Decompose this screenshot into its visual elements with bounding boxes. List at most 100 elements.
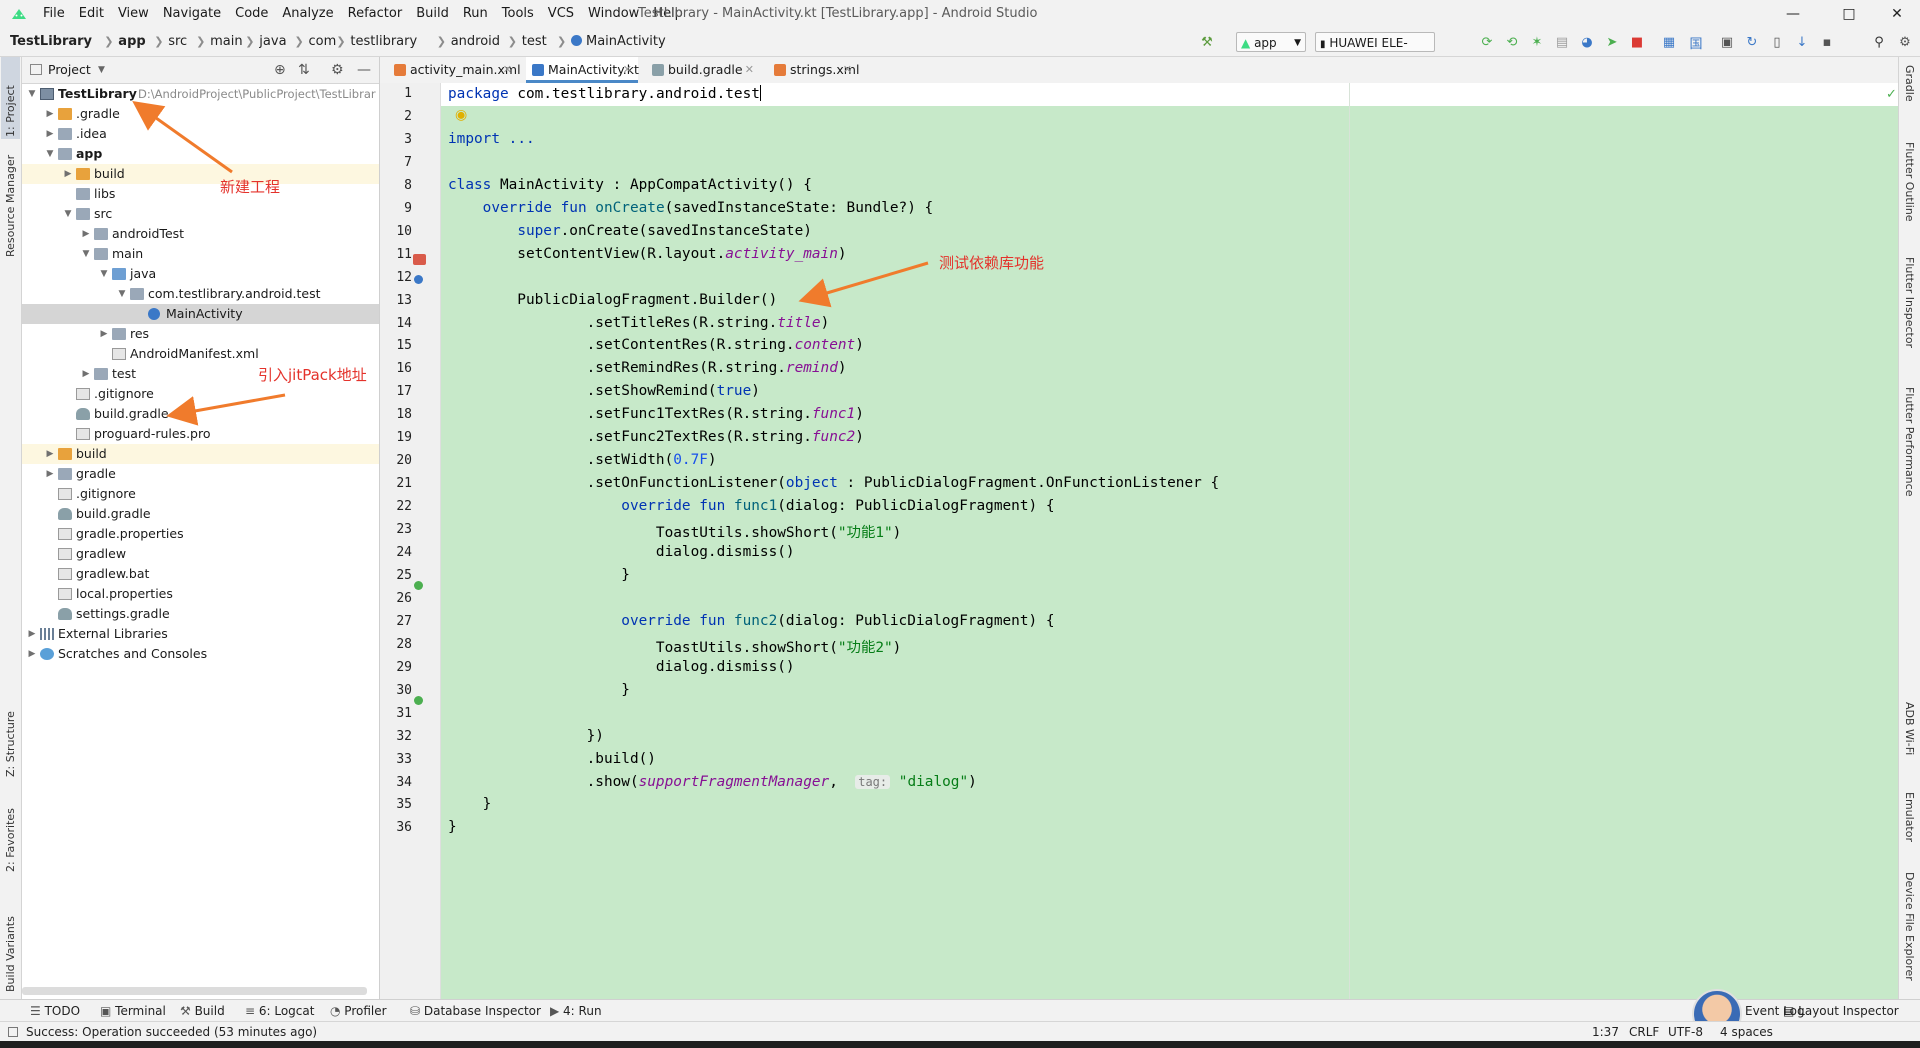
tree-item[interactable]: gradlew — [22, 544, 379, 564]
horizontal-scrollbar[interactable] — [22, 987, 367, 995]
tree-item[interactable]: libs — [22, 184, 379, 204]
menu-view[interactable]: View — [111, 0, 156, 28]
tool-window-build[interactable]: ⚒ Build — [180, 1000, 225, 1022]
menu-code[interactable]: Code — [228, 0, 275, 28]
tab-activity-main-xml[interactable]: activity_main.xml ✕ — [388, 57, 521, 83]
breadcrumb-item[interactable]: main — [210, 28, 242, 56]
chevron-right-icon[interactable]: ▶ — [44, 464, 56, 484]
apply-changes-icon[interactable]: ⟲ — [1503, 33, 1521, 51]
caret-position[interactable]: 1:37 — [1592, 1022, 1619, 1042]
tool-window-gradle[interactable]: Gradle — [1903, 65, 1916, 102]
chevron-right-icon[interactable]: ▶ — [44, 124, 56, 144]
close-window-button[interactable]: ✕ — [1874, 0, 1920, 28]
chevron-down-icon[interactable]: ▼ — [98, 57, 105, 83]
run-config-select[interactable]: ▲ app ▼ — [1236, 32, 1306, 52]
tree-item[interactable]: settings.gradle — [22, 604, 379, 624]
tree-item[interactable]: gradlew.bat — [22, 564, 379, 584]
tool-window-run[interactable]: ▶ 4: Run — [550, 1000, 602, 1022]
maximize-button[interactable]: □ — [1826, 0, 1872, 28]
tool-window-project[interactable]: 1: Project — [4, 85, 17, 137]
close-icon[interactable]: ✕ — [843, 57, 852, 83]
avd-manager-icon[interactable]: ▯ — [1768, 33, 1786, 51]
tree-item[interactable]: ▶ .gradle — [22, 104, 379, 124]
tree-item[interactable]: AndroidManifest.xml — [22, 344, 379, 364]
menu-window[interactable]: Window — [581, 0, 646, 28]
gear-icon[interactable]: ⚙ — [331, 57, 344, 83]
profile-icon[interactable]: ◕ — [1578, 33, 1596, 51]
tool-window-database-inspector[interactable]: ⛁ Database Inspector — [410, 1000, 541, 1022]
tree-item[interactable]: ▶ androidTest — [22, 224, 379, 244]
tool-window-resource-manager[interactable]: Resource Manager — [4, 155, 17, 257]
menu-file[interactable]: File — [36, 0, 72, 28]
tool-window-logcat[interactable]: ≡ 6: Logcat — [245, 1000, 314, 1022]
chevron-down-icon[interactable]: ▼ — [26, 84, 38, 104]
tree-item[interactable]: .gitignore — [22, 484, 379, 504]
tool-window-adb-wifi[interactable]: ADB Wi-Fi — [1903, 702, 1916, 755]
chevron-down-icon[interactable]: ▼ — [62, 204, 74, 224]
line-separator[interactable]: CRLF — [1629, 1022, 1659, 1042]
tree-item[interactable]: ▶ res — [22, 324, 379, 344]
toggle-tool-windows-icon[interactable] — [8, 1027, 18, 1037]
tree-item[interactable]: build.gradle — [22, 404, 379, 424]
sdk-manager-icon[interactable]: ↓ — [1793, 33, 1811, 51]
chevron-right-icon[interactable]: ▶ — [80, 224, 92, 244]
file-encoding[interactable]: UTF-8 — [1668, 1022, 1703, 1042]
menu-refactor[interactable]: Refactor — [341, 0, 410, 28]
tool-window-flutter-inspector[interactable]: Flutter Inspector — [1903, 257, 1916, 348]
menu-edit[interactable]: Edit — [72, 0, 111, 28]
implements-gutter-icon[interactable] — [414, 581, 423, 590]
chevron-down-icon[interactable]: ▼ — [116, 284, 128, 304]
attach-debugger-icon[interactable]: ➤ — [1603, 33, 1621, 51]
breadcrumb-item[interactable]: testlibrary — [350, 28, 417, 56]
hammer-build-icon[interactable]: ⚒ — [1198, 33, 1216, 51]
breadcrumb-item[interactable]: MainActivity — [571, 28, 666, 56]
close-icon[interactable]: ✕ — [745, 57, 754, 83]
debug-icon[interactable]: ✶ — [1528, 33, 1546, 51]
tool-window-structure[interactable]: Z: Structure — [4, 711, 17, 777]
implements-gutter-icon[interactable] — [414, 696, 423, 705]
tree-item[interactable]: ▼ TestLibrary D:\AndroidProject\PublicProj… — [22, 84, 379, 104]
breadcrumb-item[interactable]: src — [168, 28, 187, 56]
code-editor[interactable]: ◉ package com.testlibrary.android.test im… — [441, 83, 1898, 999]
indent-setting[interactable]: 4 spaces — [1720, 1022, 1773, 1042]
chevron-right-icon[interactable]: ▶ — [80, 364, 92, 384]
tree-item[interactable]: ▶ build — [22, 444, 379, 464]
menu-vcs[interactable]: VCS — [541, 0, 581, 28]
search-icon[interactable]: ⚲ — [1870, 33, 1888, 51]
chevron-down-icon[interactable]: ▼ — [98, 264, 110, 284]
tree-item[interactable]: build.gradle — [22, 504, 379, 524]
tab-mainactivity-kt[interactable]: MainActivity.kt ✕ — [526, 57, 639, 83]
tree-item[interactable]: ▼ app — [22, 144, 379, 164]
tool-window-device-file-explorer[interactable]: Device File Explorer — [1903, 872, 1916, 981]
tab-build-gradle-app[interactable]: build.gradle (:app)✕ — [646, 57, 760, 103]
menu-tools[interactable]: Tools — [495, 0, 541, 28]
hide-panel-icon[interactable]: — — [357, 57, 371, 83]
tree-item[interactable]: .gitignore — [22, 384, 379, 404]
tree-item[interactable]: ▼ src — [22, 204, 379, 224]
coverage-icon[interactable]: ▤ — [1553, 33, 1571, 51]
tool-window-flutter-performance[interactable]: Flutter Performance — [1903, 387, 1916, 496]
menu-build[interactable]: Build — [409, 0, 456, 28]
tool-window-terminal[interactable]: ▣ Terminal — [100, 1000, 166, 1022]
tree-item[interactable]: ▶ build — [22, 164, 379, 184]
breadcrumb-item[interactable]: com — [309, 28, 337, 56]
tree-item[interactable]: ▶ External Libraries — [22, 624, 379, 644]
tree-item[interactable]: ▼ com.testlibrary.android.test — [22, 284, 379, 304]
translate-icon[interactable]: 国 — [1687, 33, 1705, 52]
rerun-icon[interactable]: ⟳ — [1478, 33, 1496, 51]
tool-window-layout-inspector[interactable]: ▤ Layout Inspector — [1783, 1000, 1899, 1022]
tree-item[interactable]: local.properties — [22, 584, 379, 604]
tree-item[interactable]: ▶ gradle — [22, 464, 379, 484]
breadcrumb-item[interactable]: test — [522, 28, 547, 56]
run-gutter-icon[interactable] — [413, 254, 426, 265]
chevron-right-icon[interactable]: ▶ — [62, 164, 74, 184]
chevron-right-icon[interactable]: ▶ — [26, 644, 38, 664]
override-gutter-icon[interactable] — [414, 275, 423, 284]
tree-item[interactable]: proguard-rules.pro — [22, 424, 379, 444]
status-message[interactable]: Success: Operation succeeded (53 minutes… — [26, 1022, 317, 1042]
lightbulb-icon[interactable]: ◉ — [455, 107, 467, 123]
tool-window-emulator[interactable]: Emulator — [1903, 792, 1916, 842]
device-select[interactable]: ▮ HUAWEI ELE-AL00 ▼ — [1315, 32, 1435, 72]
breadcrumb-item[interactable]: TestLibrary — [10, 28, 92, 56]
menu-analyze[interactable]: Analyze — [275, 0, 340, 28]
